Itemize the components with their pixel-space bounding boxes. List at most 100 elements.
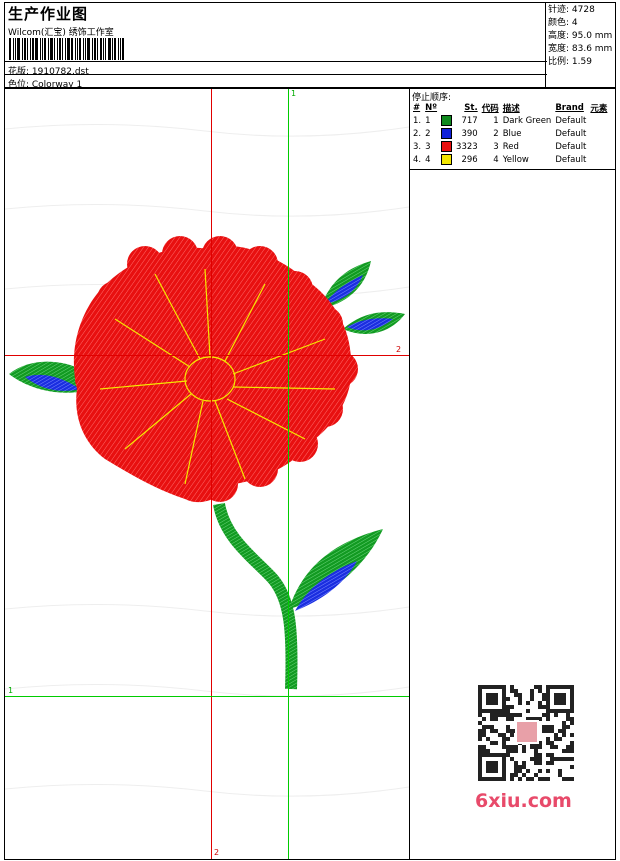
qr-module — [482, 725, 486, 729]
qr-module — [542, 725, 546, 729]
stat-width: 宽度: 83.6 mm — [548, 44, 613, 54]
qr-module — [558, 769, 562, 773]
qr-module — [526, 777, 530, 781]
qr-module — [506, 729, 510, 733]
color-swatch — [441, 128, 453, 139]
row-swatch — [439, 114, 454, 127]
qr-module — [498, 713, 502, 717]
col-st: St. — [464, 102, 478, 113]
row-no: 1 — [425, 115, 431, 126]
qr-module — [530, 689, 534, 693]
qr-module — [570, 745, 574, 749]
qr-module — [554, 713, 558, 717]
design-name: 花版: 1910782.dst — [8, 67, 89, 77]
barcode-bar — [42, 38, 43, 60]
qr-module — [506, 697, 510, 701]
qr-module — [530, 777, 534, 781]
stem — [213, 502, 298, 690]
qr-module — [490, 725, 494, 729]
col-code: 代码 — [481, 103, 499, 114]
barcode-bar — [27, 38, 28, 60]
barcode-bar — [32, 38, 34, 60]
qr-module — [478, 749, 482, 753]
barcode-bar — [87, 38, 90, 60]
qr-module — [562, 757, 566, 761]
barcode-bar — [30, 38, 31, 60]
row-index: 1. — [413, 115, 422, 126]
barcode-bar — [40, 38, 41, 60]
row-stitches: 3323 — [456, 141, 478, 152]
qr-module — [506, 753, 510, 757]
qr-module — [514, 761, 518, 765]
qr-module — [518, 777, 522, 781]
qr-module — [490, 713, 494, 717]
qr-module — [526, 769, 530, 773]
qr-module — [542, 777, 546, 781]
color-swatch — [441, 141, 453, 152]
row-brand: Default — [555, 115, 587, 126]
qr-module — [522, 765, 526, 769]
qr-module — [514, 693, 518, 697]
barcode-bar — [108, 38, 111, 60]
qr-module — [570, 741, 574, 745]
barcode-bar — [57, 38, 58, 60]
barcode-bar — [44, 38, 46, 60]
barcode-bar — [17, 38, 20, 60]
qr-module — [566, 745, 570, 749]
qr-module — [530, 697, 534, 701]
qr-module — [546, 713, 550, 717]
row-code: 4 — [493, 154, 499, 165]
qr-module — [522, 749, 526, 753]
qr-module — [502, 733, 506, 737]
qr-module — [538, 705, 542, 709]
barcode-bar — [103, 38, 104, 60]
qr-module — [478, 729, 482, 733]
qr-module — [482, 729, 486, 733]
color-swatch — [441, 115, 453, 126]
row-code: 2 — [493, 128, 499, 139]
divider — [5, 61, 547, 62]
row-element — [588, 127, 609, 140]
row-code: 3 — [493, 141, 499, 152]
table-header-row: # Nº St. 代码 描述 Brand 元素 — [411, 101, 609, 114]
qr-module — [514, 689, 518, 693]
barcode-bar — [118, 38, 119, 60]
qr-module — [570, 717, 574, 721]
row-index: 4. — [413, 154, 422, 165]
qr-module — [546, 737, 550, 741]
qr-module — [538, 757, 542, 761]
qr-module — [554, 745, 558, 749]
qr-module — [478, 721, 482, 725]
barcode-bar — [13, 38, 14, 60]
qr-module — [534, 749, 538, 753]
qr-module — [510, 717, 514, 721]
qr-module — [506, 749, 510, 753]
barcode-bar — [9, 38, 11, 60]
barcode-bar — [77, 38, 78, 60]
table-row: 1. 1 717 1 Dark Green Default — [411, 114, 609, 127]
qr-module — [542, 705, 546, 709]
embroidery-preview — [5, 123, 409, 797]
qr-module — [510, 689, 514, 693]
qr-module — [566, 717, 570, 721]
qr-module — [558, 729, 562, 733]
qr-module — [538, 685, 542, 689]
barcode-bar — [85, 38, 86, 60]
qr-module — [510, 749, 514, 753]
stats-box: 针迹: 4728 颜色: 4 高度: 95.0 mm 宽度: 83.6 mm 比… — [545, 3, 615, 87]
qr-module — [538, 689, 542, 693]
qr-module — [566, 777, 570, 781]
table-row: 3. 3 3323 3 Red Default — [411, 140, 609, 153]
qr-module — [514, 765, 518, 769]
qr-module — [514, 713, 518, 717]
red-guide-right-label: 2 — [396, 345, 402, 354]
green-guide-left-label: 1 — [8, 686, 14, 695]
color-swatch — [441, 154, 453, 165]
row-element — [588, 114, 609, 127]
barcode-bar — [92, 38, 93, 60]
qr-module — [514, 745, 518, 749]
qr-module — [534, 745, 538, 749]
qr-module — [494, 717, 498, 721]
row-code: 1 — [493, 115, 499, 126]
qr-finder — [486, 693, 498, 705]
